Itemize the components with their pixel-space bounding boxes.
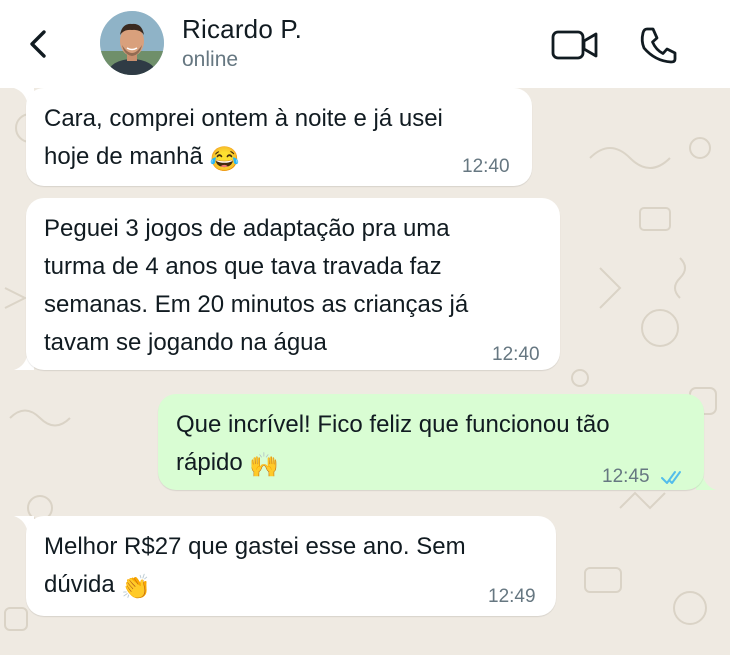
phone-icon[interactable] bbox=[638, 24, 680, 66]
message-bubble[interactable]: Melhor R$27 que gastei esse ano. Sem dúv… bbox=[26, 516, 556, 616]
message-bubble[interactable]: Que incrível! Fico feliz que funcionou t… bbox=[158, 394, 704, 490]
message-line: dúvida bbox=[44, 571, 115, 598]
message-line: semanas. Em 20 minutos as crianças já bbox=[44, 291, 469, 318]
message-line: rápido bbox=[176, 449, 243, 476]
message-text: Que incrível! Fico feliz que funcionou t… bbox=[176, 406, 610, 485]
video-camera-icon[interactable] bbox=[550, 28, 600, 62]
avatar[interactable] bbox=[100, 11, 164, 75]
clapping-hands-emoji: 👏 bbox=[121, 574, 152, 601]
message-line-with-emoji: rápido 🙌 bbox=[176, 444, 610, 485]
message-line-with-emoji: hoje de manhã 😂 bbox=[44, 138, 443, 179]
chevron-left-icon[interactable] bbox=[24, 26, 54, 62]
message-line: hoje de manhã bbox=[44, 143, 203, 170]
tears-of-joy-emoji: 😂 bbox=[209, 146, 240, 173]
chat-screen: Ricardo P. online Cara, comprei ontem à … bbox=[0, 0, 730, 655]
chat-header: Ricardo P. online bbox=[0, 0, 730, 88]
message-text: Cara, comprei ontem à noite e já usei ho… bbox=[44, 100, 443, 179]
chat-messages[interactable]: Cara, comprei ontem à noite e já usei ho… bbox=[0, 88, 730, 655]
message-text: Melhor R$27 que gastei esse ano. Sem dúv… bbox=[44, 528, 466, 607]
message-text: Peguei 3 jogos de adaptação pra uma turm… bbox=[44, 210, 468, 362]
contact-status: online bbox=[182, 48, 239, 71]
message-time: 12:45 bbox=[602, 466, 650, 487]
message-line: Melhor R$27 que gastei esse ano. Sem bbox=[44, 533, 466, 560]
message-line: turma de 4 anos que tava travada faz bbox=[44, 253, 442, 280]
message-bubble[interactable]: Peguei 3 jogos de adaptação pra uma turm… bbox=[26, 198, 560, 370]
message-time: 12:49 bbox=[488, 586, 536, 607]
message-line: tavam se jogando na água bbox=[44, 329, 327, 356]
raising-hands-emoji: 🙌 bbox=[249, 452, 280, 479]
message-time: 12:40 bbox=[462, 156, 510, 177]
message-line: Cara, comprei ontem à noite e já usei bbox=[44, 105, 443, 132]
message-line-with-emoji: dúvida 👏 bbox=[44, 566, 466, 607]
message-bubble[interactable]: Cara, comprei ontem à noite e já usei ho… bbox=[26, 88, 532, 186]
avatar-image bbox=[100, 11, 164, 75]
message-line: Peguei 3 jogos de adaptação pra uma bbox=[44, 215, 450, 242]
double-check-read-icon bbox=[661, 471, 681, 484]
contact-name[interactable]: Ricardo P. bbox=[182, 14, 302, 45]
message-line: Que incrível! Fico feliz que funcionou t… bbox=[176, 411, 610, 438]
message-time: 12:40 bbox=[492, 344, 540, 365]
